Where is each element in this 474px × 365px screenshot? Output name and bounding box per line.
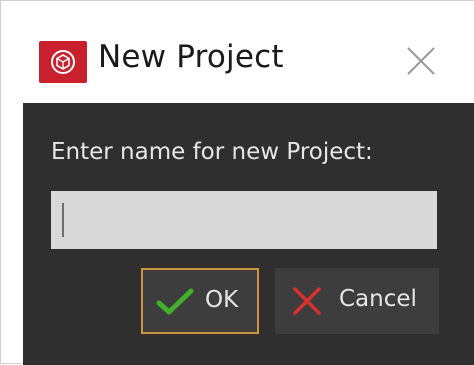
ok-button[interactable]: OK <box>141 268 259 334</box>
checkmark-icon <box>155 287 195 323</box>
cancel-button[interactable]: Cancel <box>275 268 439 334</box>
dialog-body: Enter name for new Project: OK Cancel <box>23 103 474 365</box>
project-name-input[interactable] <box>51 191 437 249</box>
cancel-button-label: Cancel <box>339 286 417 312</box>
app-logo-icon <box>39 41 87 83</box>
text-caret <box>62 203 64 237</box>
new-project-dialog: New Project Enter name for new Project: … <box>0 0 474 365</box>
dialog-title: New Project <box>98 39 284 75</box>
ok-button-label: OK <box>205 287 239 313</box>
project-name-prompt: Enter name for new Project: <box>51 139 373 165</box>
dialog-titlebar: New Project <box>1 1 474 103</box>
close-icon <box>407 47 435 75</box>
close-button[interactable] <box>397 37 445 85</box>
x-cross-icon <box>290 286 324 322</box>
